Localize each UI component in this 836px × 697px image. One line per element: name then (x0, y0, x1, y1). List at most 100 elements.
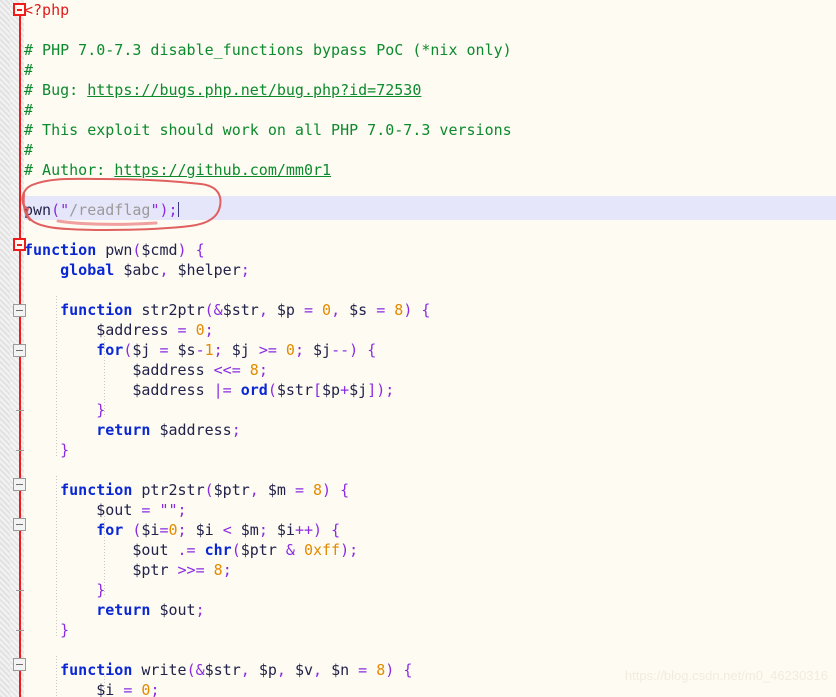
var-out: $out (132, 541, 169, 559)
var-out: $out (96, 501, 133, 519)
comma: , (240, 661, 250, 679)
code-line[interactable]: for ($i=0; $i < $m; $i++) { (24, 520, 836, 540)
brace-open: { (331, 521, 341, 539)
code-line[interactable]: $address = 0; (24, 320, 836, 340)
minus-icon (16, 309, 23, 311)
fold-toggle-for-j[interactable] (13, 344, 26, 357)
brace-close: } (96, 401, 106, 419)
comment-text: # (24, 61, 34, 79)
ref-amp: & (213, 301, 223, 319)
var-p: $p (322, 381, 341, 399)
comma: , (159, 261, 169, 279)
fold-toggle-write[interactable] (13, 658, 26, 671)
paren-open: ( (204, 481, 214, 499)
brace-close: } (60, 621, 70, 639)
author-url-link[interactable]: https://github.com/mm0r1 (114, 161, 331, 179)
php-open-tag: <?php (24, 1, 70, 19)
assign: = (177, 321, 187, 339)
code-line-blank[interactable] (24, 180, 836, 200)
code-line-blank[interactable] (24, 20, 836, 40)
code-line[interactable]: # (24, 140, 836, 160)
semicolon: ; (150, 681, 160, 697)
comma: , (258, 301, 268, 319)
paren-close: ) (403, 301, 413, 319)
semicolon: ; (258, 361, 268, 379)
paren-close: ) (322, 481, 332, 499)
code-editor[interactable]: <?php # PHP 7.0-7.3 disable_functions by… (0, 0, 836, 697)
fold-end-tick (16, 450, 24, 451)
param-p: $p (258, 661, 277, 679)
code-line-blank[interactable] (24, 460, 836, 480)
code-line[interactable]: function str2ptr(&$str, $p = 0, $s = 8) … (24, 300, 836, 320)
ref-amp: & (195, 661, 205, 679)
fold-toggle-for-i[interactable] (13, 518, 26, 531)
comment-text: # (24, 141, 34, 159)
code-line-blank[interactable] (24, 220, 836, 240)
code-line[interactable]: function ptr2str($ptr, $m = 8) { (24, 480, 836, 500)
code-line[interactable]: # Bug: https://bugs.php.net/bug.php?id=7… (24, 80, 836, 100)
paren-open: ( (186, 661, 196, 679)
code-line[interactable]: # This exploit should work on all PHP 7.… (24, 120, 836, 140)
code-line[interactable]: # PHP 7.0-7.3 disable_functions bypass P… (24, 40, 836, 60)
code-line[interactable]: $address <<= 8; (24, 360, 836, 380)
code-line[interactable]: return $address; (24, 420, 836, 440)
code-line[interactable]: # Author: https://github.com/mm0r1 (24, 160, 836, 180)
plus: + (340, 381, 350, 399)
assign: = (159, 341, 169, 359)
code-line[interactable]: $out .= chr($ptr & 0xff); (24, 540, 836, 560)
code-line[interactable]: } (24, 580, 836, 600)
code-line[interactable]: for($j = $s-1; $j >= 0; $j--) { (24, 340, 836, 360)
keyword-global: global (60, 261, 115, 279)
minus-icon (17, 8, 22, 11)
code-line[interactable]: } (24, 620, 836, 640)
var-str: $str (276, 381, 313, 399)
var-s: $s (177, 341, 196, 359)
current-code-line[interactable]: pwn("/readflag"); (24, 200, 836, 220)
number: 8 (394, 301, 404, 319)
site-watermark: https://blog.csdn.net/m0_46230316 (624, 668, 828, 683)
bug-url-link[interactable]: https://bugs.php.net/bug.php?id=72530 (87, 81, 421, 99)
brace-close: } (60, 441, 70, 459)
var-helper: $helper (177, 261, 241, 279)
fold-toggle-ptr2str[interactable] (13, 478, 26, 491)
keyword-function: function (60, 661, 133, 679)
code-line[interactable]: } (24, 400, 836, 420)
code-line-blank[interactable] (24, 280, 836, 300)
code-line[interactable]: $address |= ord($str[$p+$j]); (24, 380, 836, 400)
semicolon: ; (349, 541, 359, 559)
semicolon: ; (231, 421, 241, 439)
code-line[interactable]: return $out; (24, 600, 836, 620)
fold-toggle-root-php[interactable] (13, 3, 26, 16)
call-pwn: pwn (24, 201, 52, 219)
keyword-for: for (96, 521, 124, 539)
paren-close: ) (340, 541, 350, 559)
string-readflag: /readflag (69, 201, 151, 219)
code-content[interactable]: <?php # PHP 7.0-7.3 disable_functions by… (24, 0, 836, 697)
var-i: $i (141, 521, 160, 539)
fold-toggle-function-pwn[interactable] (13, 238, 26, 251)
code-line-blank[interactable] (24, 640, 836, 660)
code-line[interactable]: $out = ""; (24, 500, 836, 520)
assign: = (303, 301, 313, 319)
fn-name-ptr2str: ptr2str (141, 481, 205, 499)
code-line[interactable]: } (24, 440, 836, 460)
semicolon: ; (177, 501, 187, 519)
code-line[interactable]: function pwn($cmd) { (24, 240, 836, 260)
code-line[interactable]: # (24, 100, 836, 120)
keyword-for: for (96, 341, 124, 359)
brace-open: { (195, 241, 205, 259)
code-line[interactable]: <?php (24, 0, 836, 20)
var-address: $address (96, 321, 169, 339)
var-address: $address (132, 361, 205, 379)
code-line[interactable]: $ptr >>= 8; (24, 560, 836, 580)
fold-toggle-str2ptr[interactable] (13, 304, 26, 317)
param-s: $s (349, 301, 368, 319)
param-p: $p (276, 301, 295, 319)
code-line[interactable]: # (24, 60, 836, 80)
semicolon: ; (195, 601, 205, 619)
code-line[interactable]: global $abc, $helper; (24, 260, 836, 280)
param-cmd: $cmd (141, 241, 178, 259)
fold-end-tick (16, 410, 24, 411)
comment-text: # PHP 7.0-7.3 disable_functions bypass P… (24, 41, 512, 59)
keyword-return: return (96, 601, 151, 619)
